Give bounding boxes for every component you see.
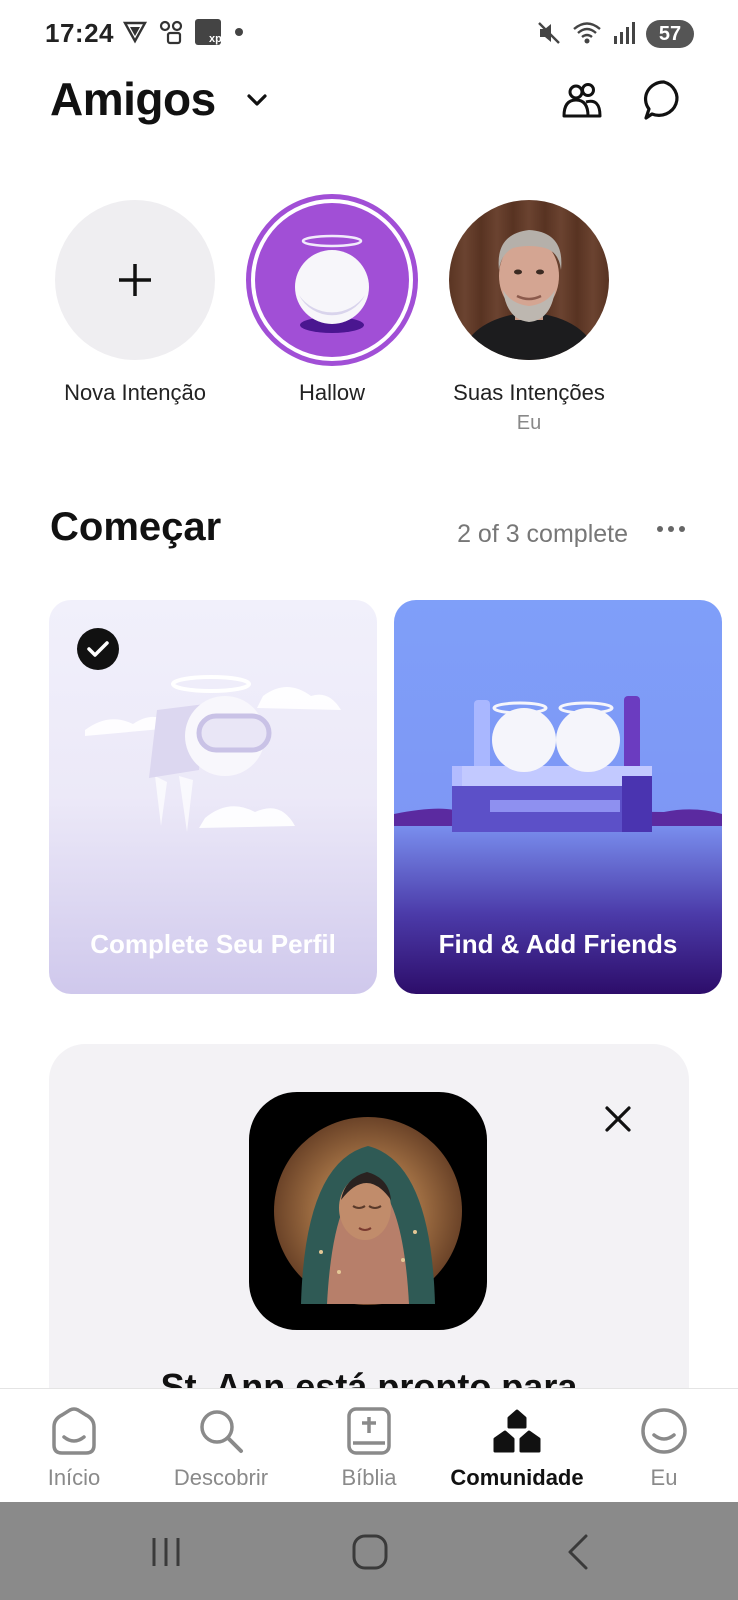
complete-profile-card[interactable]: Complete Seu Perfil xyxy=(49,600,377,994)
story-sublabel: Eu xyxy=(516,412,542,434)
story-new-intention[interactable]: Nova Intenção xyxy=(35,200,235,406)
nav-item-comunidade[interactable]: Comunidade xyxy=(443,1405,591,1491)
chat-icon[interactable] xyxy=(642,78,686,122)
status-bar: 17:24 xp 57 xyxy=(0,0,738,66)
home-icon xyxy=(52,1407,96,1455)
wifi-icon xyxy=(573,22,601,44)
hallow-logo-icon xyxy=(255,203,409,357)
community-icon xyxy=(493,1409,541,1453)
nav-item-eu[interactable]: Eu xyxy=(590,1405,738,1491)
progress-text: 2 of 3 complete xyxy=(457,520,628,548)
story-label: Suas Intenções xyxy=(453,380,605,405)
nav-label: Descobrir xyxy=(173,1465,269,1490)
nav-label: Bíblia xyxy=(341,1465,397,1490)
nav-label: Eu xyxy=(650,1465,678,1490)
status-right-icons xyxy=(536,20,638,46)
home-button-icon[interactable] xyxy=(350,1532,390,1572)
mute-icon xyxy=(538,22,560,44)
nav-label: Comunidade xyxy=(450,1465,584,1490)
signal-icon xyxy=(614,22,635,44)
page-title[interactable]: Amigos xyxy=(50,72,216,126)
nav-item-biblia[interactable]: Bíblia xyxy=(295,1405,443,1491)
recent-apps-icon[interactable] xyxy=(146,1532,186,1572)
status-time: 17:24 xyxy=(45,18,114,48)
chevron-down-icon[interactable] xyxy=(242,88,272,112)
card-label: Find & Add Friends xyxy=(438,929,678,959)
plus-icon xyxy=(119,264,151,296)
bottom-nav: Início Descobrir Bíblia Comunidade Eu xyxy=(0,1388,738,1502)
xp-app-icon: xp xyxy=(195,19,222,45)
search-icon xyxy=(200,1410,243,1453)
status-left-icons: xp xyxy=(122,18,246,46)
saint-artwork xyxy=(249,1092,487,1330)
story-label: Hallow xyxy=(298,380,366,405)
system-navigation-bar xyxy=(0,1502,738,1600)
story-avatar[interactable] xyxy=(246,194,418,366)
more-options-icon[interactable] xyxy=(656,522,686,536)
story-label: Nova Intenção xyxy=(64,380,206,405)
nav-label: Início xyxy=(47,1465,101,1490)
back-icon[interactable] xyxy=(558,1532,598,1572)
voicemail-icon xyxy=(159,20,183,45)
nav-item-descobrir[interactable]: Descobrir xyxy=(147,1405,295,1491)
section-title: Começar xyxy=(50,505,222,549)
profile-icon xyxy=(641,1408,687,1454)
friends-icon[interactable] xyxy=(560,78,604,122)
vpn-icon xyxy=(122,21,148,44)
find-friends-card[interactable]: Find & Add Friends xyxy=(394,600,722,994)
dot-icon xyxy=(235,28,243,36)
nav-item-inicio[interactable]: Início xyxy=(0,1405,148,1491)
profile-photo xyxy=(459,230,599,360)
saint-portrait-image xyxy=(274,1117,462,1305)
close-icon[interactable] xyxy=(603,1104,633,1134)
battery-indicator: 57 xyxy=(646,20,694,48)
story-hallow[interactable]: Hallow xyxy=(232,194,432,406)
story-my-intentions[interactable]: Suas Intenções Eu xyxy=(429,200,629,435)
card-label: Complete Seu Perfil xyxy=(90,929,336,959)
svg-text:xp: xp xyxy=(209,33,222,45)
bible-icon xyxy=(347,1407,391,1455)
completed-check-icon xyxy=(77,628,119,670)
avatar[interactable] xyxy=(449,200,609,360)
story-avatar[interactable] xyxy=(55,200,215,360)
